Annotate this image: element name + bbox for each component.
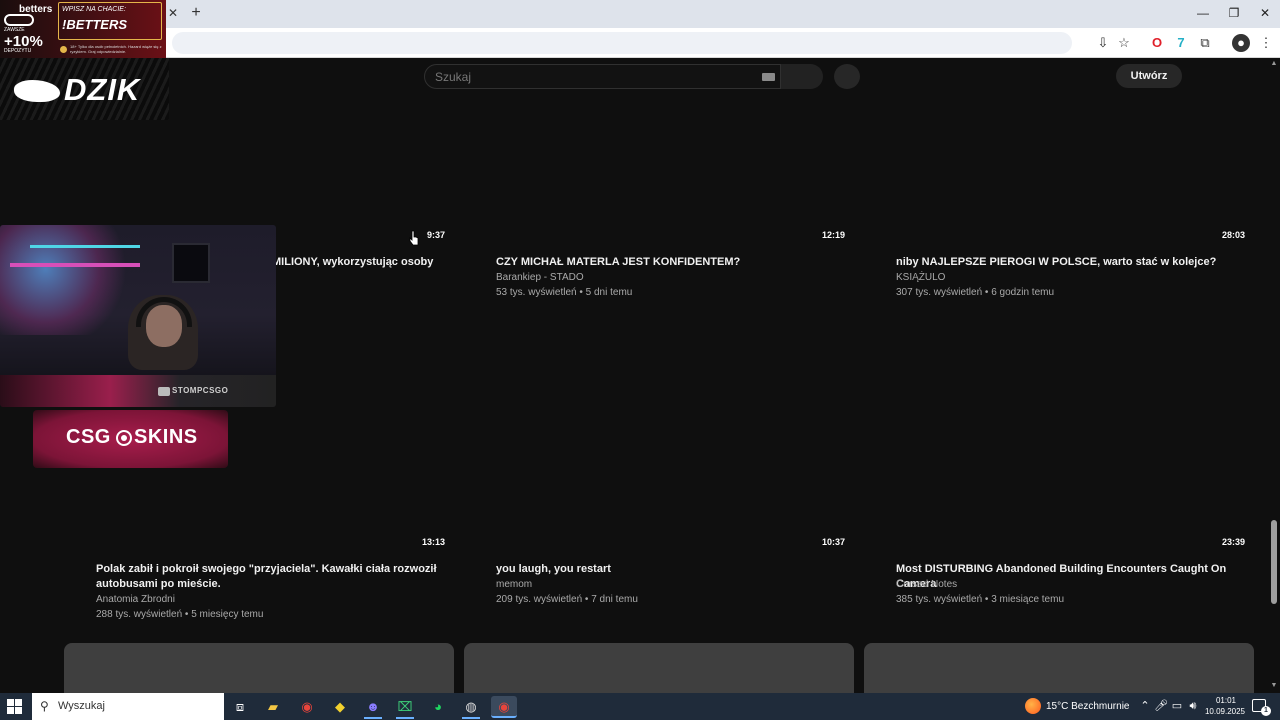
video-title[interactable]: MILIONY, wykorzystując osoby [272, 255, 462, 270]
windows-taskbar: ⚲ Wyszukaj ⧈ ▰ ◉ ◆ ☻ ⌧ ◕ ◍ ◉ 15°C Bezchm… [0, 693, 1280, 720]
video-channel[interactable]: KSIĄŻULO [896, 272, 945, 283]
crosshair-icon [116, 430, 132, 446]
betters-logo-icon [4, 14, 34, 26]
scrollbar-thumb[interactable] [1271, 520, 1277, 604]
youtube-icon [158, 387, 170, 396]
ad-promo-line1: WPISZ NA CHACIE: [62, 6, 126, 13]
browser-tab-bar: ✕ + — ❐ ✕ [0, 0, 1280, 28]
webcam-bottom-bar [0, 375, 276, 407]
file-explorer-icon[interactable]: ▰ [262, 696, 284, 718]
video-channel[interactable]: Barankiep - STADO [496, 272, 584, 283]
running-indicator [364, 717, 382, 719]
video-meta: 307 tys. wyświetleń • 6 godzin temu [896, 287, 1055, 298]
video-duration: 13:13 [421, 537, 445, 547]
ad-deposit-text: DEPOZYTU [4, 48, 32, 54]
running-indicator [462, 717, 480, 719]
search-placeholder: Szukaj [435, 70, 472, 84]
opera-extension-icon[interactable]: O [1148, 34, 1166, 52]
profile-avatar-icon[interactable]: ● [1232, 34, 1250, 52]
csg-logo-text: CSG [66, 426, 111, 448]
video-thumbnail-placeholder[interactable] [864, 643, 1254, 693]
scroll-down-arrow-icon[interactable]: ▼ [1270, 682, 1278, 690]
video-duration: 12:19 [821, 230, 845, 240]
video-title-line2[interactable]: autobusami po mieście. [96, 577, 456, 592]
ad-fine-print: 18+ Tylko dla osób pełnoletnich. Hazard … [70, 44, 162, 54]
taskbar-search-placeholder: Wyszukaj [58, 700, 105, 712]
extensions-puzzle-icon[interactable]: ⧉ [1196, 34, 1214, 52]
volume-icon[interactable]: 🔊︎ [1186, 699, 1200, 713]
video-meta: 53 tys. wyświetleń • 5 dni temu [496, 287, 633, 298]
hand-cursor-icon [409, 230, 419, 246]
streamer-handle: STOMPCSGO [172, 386, 229, 395]
betters-ad-overlay: betters ZAWSZE +10% DEPOZYTU WPISZ NA CH… [0, 0, 166, 58]
minimize-button[interactable]: — [1188, 4, 1218, 22]
webcam-window [172, 243, 210, 283]
video-channel[interactable]: Cursed Notes [896, 579, 957, 590]
webcam-rgb-light [0, 225, 130, 335]
scroll-up-arrow-icon[interactable]: ▲ [1270, 60, 1278, 68]
video-meta: 385 tys. wyświetleń • 3 miesiące temu [896, 594, 1065, 605]
terminal-icon[interactable]: ⌧ [394, 696, 416, 718]
windows-start-icon[interactable] [6, 698, 24, 716]
task-view-icon[interactable]: ⧈ [229, 696, 251, 718]
spotify-icon[interactable]: ◕ [427, 696, 449, 718]
tray-chevron-icon[interactable]: ⌃ [1138, 699, 1152, 713]
close-tab-icon[interactable]: ✕ [166, 6, 180, 20]
video-title[interactable]: you laugh, you restart [496, 562, 856, 577]
video-channel[interactable]: memom [496, 579, 532, 590]
video-channel[interactable]: Anatomia Zbrodni [96, 594, 175, 605]
video-thumbnail-placeholder[interactable] [464, 643, 854, 693]
taskbar-search-input[interactable]: ⚲ Wyszukaj [32, 693, 224, 720]
notification-count-badge: 1 [1261, 706, 1271, 716]
csgoskins-overlay: CSG SKINS [33, 410, 228, 468]
search-icon: ⚲ [40, 699, 49, 713]
bookmark-star-icon[interactable]: ☆ [1115, 34, 1133, 52]
7tv-extension-icon[interactable]: 7 [1172, 34, 1190, 52]
address-bar[interactable] [172, 32, 1072, 54]
weather-text[interactable]: 15°C Bezchmurnie [1046, 701, 1129, 712]
new-tab-button[interactable]: + [188, 4, 204, 22]
dzik-logo-overlay: DZIK [0, 58, 169, 120]
chrome-active-icon[interactable]: ◉ [491, 696, 517, 718]
webcam-overlay: STOMPCSGO [0, 225, 276, 407]
app-icon[interactable]: ◆ [329, 696, 351, 718]
browser-toolbar: ⇩ ☆ O 7 ⧉ ● ⋮ [0, 28, 1280, 58]
discord-icon[interactable]: ☻ [362, 696, 384, 718]
search-button[interactable] [781, 64, 823, 89]
dzik-logo-text: DZIK [64, 72, 141, 107]
video-duration: 10:37 [821, 537, 845, 547]
obs-icon[interactable]: ◍ [460, 696, 482, 718]
video-meta: 209 tys. wyświetleń • 7 dni temu [496, 594, 638, 605]
ad-promo-line2: !BETTERS [62, 17, 127, 32]
skins-logo-text: SKINS [134, 426, 198, 448]
age-warning-icon [60, 46, 67, 53]
voice-search-button[interactable] [834, 64, 860, 89]
close-window-button[interactable]: ✕ [1250, 4, 1280, 22]
video-duration: 28:03 [1221, 230, 1245, 240]
microphone-icon[interactable]: 🎤︎ [1154, 699, 1168, 713]
video-title[interactable]: niby NAJLEPSZE PIEROGI W POLSCE, warto s… [896, 255, 1256, 270]
boar-logo-icon [14, 80, 60, 102]
restore-button[interactable]: ❐ [1219, 4, 1249, 22]
clock-time[interactable]: 01:01 [1208, 696, 1244, 705]
video-duration: 9:37 [426, 230, 445, 240]
video-title-line1[interactable]: Polak zabił i pokroił swojego "przyjacie… [96, 562, 456, 577]
create-button[interactable]: Utwórz [1116, 64, 1182, 88]
video-title[interactable]: CZY MICHAŁ MATERLA JEST KONFIDENTEM? [496, 255, 856, 270]
video-duration: 23:39 [1221, 537, 1245, 547]
running-indicator [396, 717, 414, 719]
clock-date[interactable]: 10.09.2025 [1203, 707, 1247, 716]
search-input[interactable]: Szukaj [424, 64, 781, 89]
video-thumbnail-placeholder[interactable] [64, 643, 454, 693]
webcam-led-strip [30, 245, 140, 248]
install-app-icon[interactable]: ⇩ [1094, 34, 1112, 52]
weather-icon[interactable] [1025, 698, 1041, 714]
keyboard-icon[interactable] [762, 73, 775, 81]
network-icon[interactable]: ▭ [1170, 699, 1184, 713]
browser-menu-icon[interactable]: ⋮ [1257, 34, 1275, 52]
video-meta: 288 tys. wyświetleń • 5 miesięcy temu [96, 609, 264, 620]
webcam-led-strip [10, 263, 140, 267]
chrome-icon[interactable]: ◉ [296, 696, 318, 718]
